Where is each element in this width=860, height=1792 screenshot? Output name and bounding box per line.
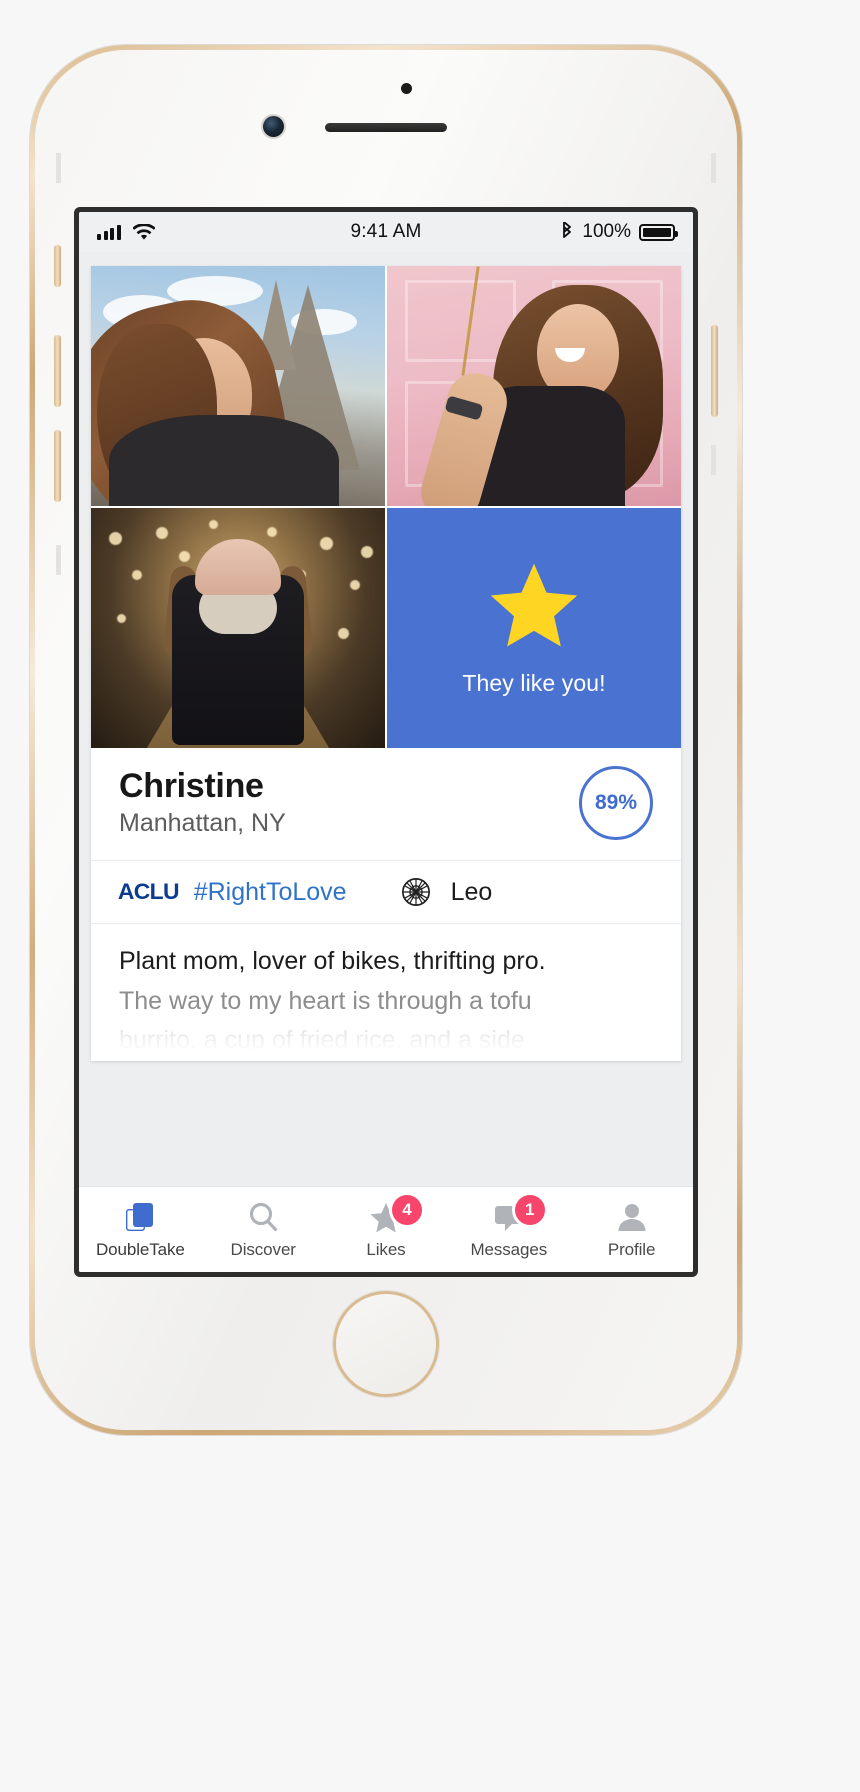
front-camera-icon (263, 116, 284, 137)
stacked-cards-icon (126, 1202, 154, 1231)
cellular-bars-icon (97, 224, 121, 240)
status-bar: 9:41 AM 100% (79, 212, 693, 252)
bottom-tab-bar: DoubleTake Discover 4 Likes 1 Messages P… (79, 1186, 693, 1272)
profile-name: Christine (119, 767, 264, 806)
star-icon (490, 563, 578, 646)
volume-up-button[interactable] (54, 335, 61, 407)
messages-badge-count: 1 (514, 1195, 545, 1225)
phone-screen: 9:41 AM 100% They like you! Christine Ma… (79, 212, 693, 1272)
screenshot-stage: 9:41 AM 100% They like you! Christine Ma… (0, 0, 860, 1792)
app-content: They like you! Christine Manhattan, NY 8… (79, 252, 693, 1272)
bio-line-1: Plant mom, lover of bikes, thrifting pro… (119, 947, 546, 975)
volume-down-button[interactable] (54, 430, 61, 502)
aclu-logo[interactable]: ACLU (118, 879, 180, 905)
mute-switch[interactable] (54, 245, 61, 287)
profile-name-row: Christine Manhattan, NY 89% (91, 748, 681, 861)
zodiac-sign-label: Leo (450, 877, 493, 906)
home-button[interactable] (333, 1291, 439, 1397)
bluetooth-icon (563, 222, 572, 238)
phone-device: 9:41 AM 100% They like you! Christine Ma… (30, 45, 742, 1435)
tab-likes[interactable]: 4 Likes (325, 1187, 448, 1272)
tab-profile[interactable]: Profile (570, 1187, 693, 1272)
tab-label-profile: Profile (607, 1239, 656, 1259)
tab-label-likes: Likes (366, 1239, 406, 1259)
tab-discover[interactable]: Discover (202, 1187, 325, 1272)
antenna-line-right-bottom (711, 445, 716, 475)
status-bar-left (97, 223, 155, 241)
profile-card[interactable]: They like you! Christine Manhattan, NY 8… (91, 266, 681, 1061)
battery-percent-label: 100% (582, 221, 631, 242)
hashtag-badge[interactable]: #RightToLove (194, 878, 347, 907)
profile-badge-row: ACLU #RightToLove Leo (91, 861, 681, 924)
antenna-line-right-top (711, 153, 716, 183)
photo-pink-door[interactable] (387, 266, 681, 506)
status-bar-right: 100% (560, 221, 678, 243)
match-percent-badge[interactable]: 89% (579, 766, 653, 840)
earpiece-speaker (325, 123, 447, 132)
they-like-you-panel[interactable]: They like you! (387, 508, 681, 748)
photo-light-tunnel[interactable] (91, 508, 385, 748)
bio-fade-overlay (91, 1014, 681, 1061)
search-icon (250, 1202, 278, 1231)
screen-bezel: 9:41 AM 100% They like you! Christine Ma… (74, 207, 698, 1277)
tab-label-discover: Discover (230, 1239, 296, 1259)
zodiac-wheel-icon (401, 878, 430, 906)
profile-location: Manhattan, NY (119, 809, 286, 838)
wifi-icon (132, 223, 155, 240)
battery-full-icon (639, 223, 678, 241)
power-button[interactable] (711, 325, 718, 417)
antenna-line-left-bottom (56, 545, 61, 575)
photo-eiffel-tower[interactable] (91, 266, 385, 506)
profile-identity: Christine Manhattan, NY (119, 766, 286, 839)
tab-label-doubletake: DoubleTake (96, 1239, 185, 1259)
likes-badge-count: 4 (391, 1195, 422, 1225)
tab-doubletake[interactable]: DoubleTake (79, 1187, 202, 1272)
photo-grid: They like you! (91, 266, 681, 748)
they-like-you-label: They like you! (462, 669, 606, 696)
antenna-line-left-top (56, 153, 61, 183)
card-scroll-area[interactable]: They like you! Christine Manhattan, NY 8… (79, 252, 693, 1186)
person-icon (618, 1203, 646, 1231)
profile-bio[interactable]: Plant mom, lover of bikes, thrifting pro… (91, 924, 681, 1061)
tab-label-messages: Messages (470, 1239, 548, 1259)
tab-messages[interactable]: 1 Messages (447, 1187, 570, 1272)
proximity-sensor-icon (401, 83, 412, 94)
